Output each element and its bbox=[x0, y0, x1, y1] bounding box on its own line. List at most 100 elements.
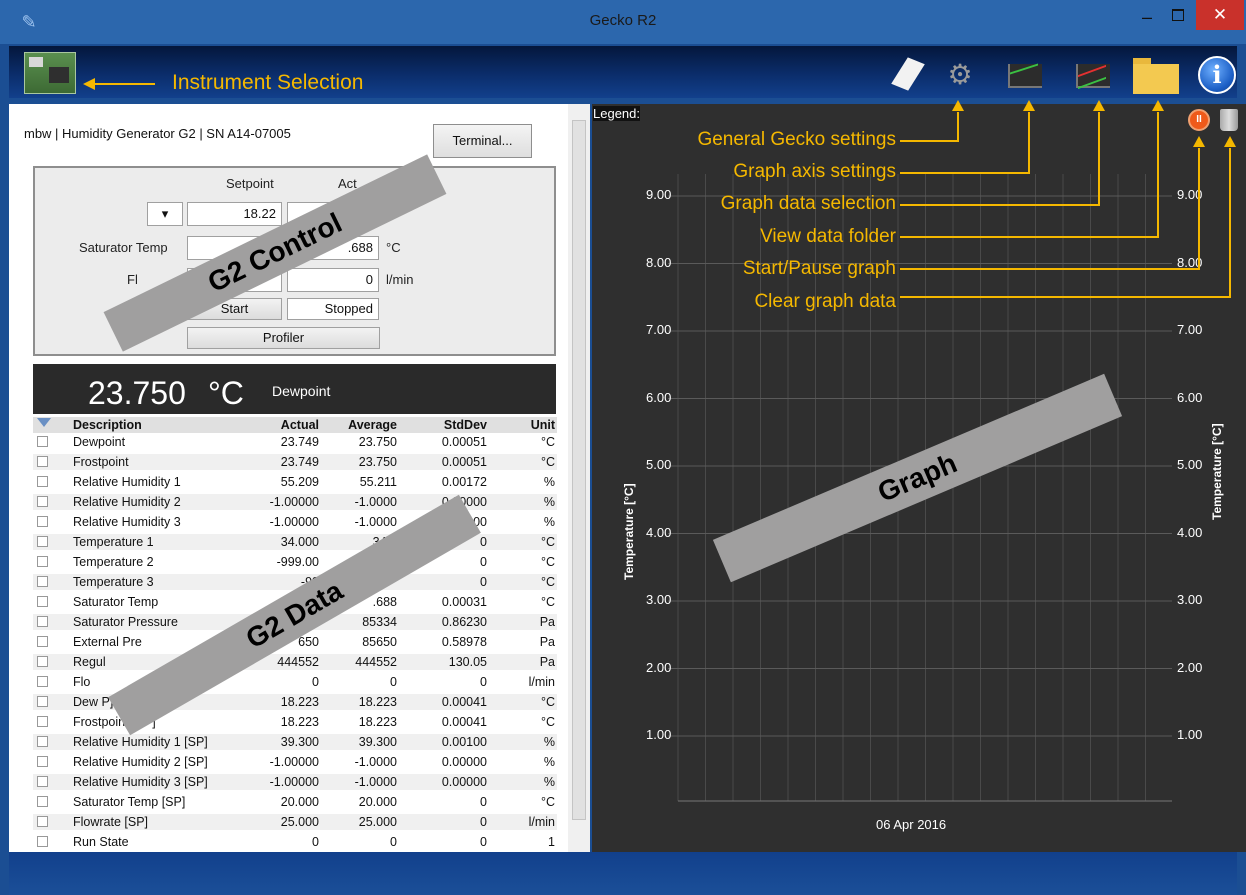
cell-unit: 1 bbox=[548, 835, 555, 849]
annotation-arrow-head bbox=[1093, 100, 1105, 111]
row-checkbox[interactable] bbox=[37, 496, 48, 507]
trash-icon[interactable] bbox=[1220, 109, 1238, 131]
row-checkbox[interactable] bbox=[37, 576, 48, 587]
row-checkbox[interactable] bbox=[37, 716, 48, 727]
table-row[interactable]: Frostpoint 23.749 23.750 0.00051 °C bbox=[33, 454, 557, 470]
table-row[interactable]: Relative Humidity 1 55.209 55.211 0.00172% bbox=[33, 474, 557, 490]
axis-settings-icon[interactable] bbox=[1004, 56, 1044, 94]
header-stddev[interactable]: StdDev bbox=[444, 417, 487, 433]
flow-unit: l/min bbox=[386, 272, 414, 287]
cell-stddev: 0.00031 bbox=[441, 595, 487, 609]
row-checkbox[interactable] bbox=[37, 516, 48, 527]
terminal-button[interactable]: Terminal... bbox=[433, 124, 532, 158]
table-row[interactable]: Dewpoint 23.749 23.750 0.00051 °C bbox=[33, 434, 557, 450]
row-checkbox[interactable] bbox=[37, 796, 48, 807]
cell-stddev: 0.00051 bbox=[441, 455, 487, 469]
cell-description: Temperature 3 bbox=[73, 575, 154, 589]
cell-stddev: 130.05 bbox=[448, 655, 487, 669]
table-row[interactable]: Relative Humidity 2 -1.00000 -1.0000 0.0000… bbox=[33, 494, 557, 510]
table-row[interactable]: Temperature 2 -999.00 0 °C bbox=[33, 554, 557, 570]
data-selection-icon[interactable] bbox=[1072, 56, 1112, 94]
cell-stddev: 0.86230 bbox=[441, 615, 487, 629]
table-row[interactable]: Temperature 3-990°C bbox=[33, 574, 557, 590]
table-row[interactable]: Temperature 134.00034.00°C bbox=[33, 534, 557, 550]
flow-label: Fl bbox=[127, 272, 138, 287]
annotation-line bbox=[1229, 148, 1231, 298]
header-unit[interactable]: Unit bbox=[531, 417, 555, 433]
annotation-arrow-head bbox=[952, 100, 964, 111]
cell-actual: 20.000 bbox=[280, 795, 319, 809]
row-checkbox[interactable] bbox=[37, 656, 48, 667]
row-checkbox[interactable] bbox=[37, 616, 48, 627]
table-row[interactable]: Run State 0 0 0 1 bbox=[33, 834, 557, 850]
row-checkbox[interactable] bbox=[37, 756, 48, 767]
close-button[interactable]: ✕ bbox=[1196, 0, 1244, 30]
y-tick-right: 3.00 bbox=[1177, 592, 1203, 607]
table-row[interactable]: Flo 0 0 0 l/min bbox=[33, 674, 557, 690]
row-checkbox[interactable] bbox=[37, 816, 48, 827]
annotation-data-folder: View data folder bbox=[760, 226, 896, 247]
table-row[interactable]: Flowrate [SP] 25.000 25.000 0 l/min bbox=[33, 814, 557, 830]
cell-unit: °C bbox=[540, 575, 555, 589]
cell-stddev: 0.00041 bbox=[441, 715, 487, 729]
table-row[interactable]: Saturator Temp [SP] 20.000 20.000 0 °C bbox=[33, 794, 557, 810]
cell-description: Saturator Pressure bbox=[73, 615, 178, 629]
row-checkbox[interactable] bbox=[37, 696, 48, 707]
minimize-button[interactable]: – bbox=[1135, 6, 1159, 30]
row-checkbox[interactable] bbox=[37, 836, 48, 847]
row-checkbox[interactable] bbox=[37, 456, 48, 467]
setpoint-input[interactable]: 18.22 bbox=[187, 202, 282, 226]
table-row[interactable]: Frostpoint [SP] 18.223 18.223 0.00041 °C bbox=[33, 714, 557, 730]
row-checkbox[interactable] bbox=[37, 556, 48, 567]
cell-description: Saturator Temp bbox=[73, 595, 159, 609]
row-checkbox[interactable] bbox=[37, 436, 48, 447]
annotation-arrow-head bbox=[1224, 136, 1236, 147]
pause-icon[interactable]: II bbox=[1188, 109, 1210, 131]
row-checkbox[interactable] bbox=[37, 476, 48, 487]
settings-icon[interactable]: ⚙ bbox=[940, 56, 980, 94]
annotation-start-pause: Start/Pause graph bbox=[742, 258, 896, 279]
row-checkbox[interactable] bbox=[37, 636, 48, 647]
cell-description: Frostpoint bbox=[73, 455, 129, 469]
scrollbar-thumb[interactable] bbox=[572, 120, 586, 820]
row-checkbox[interactable] bbox=[37, 736, 48, 747]
cell-average: 18.223 bbox=[358, 695, 397, 709]
cell-description: Run State bbox=[73, 835, 129, 849]
header-actual[interactable]: Actual bbox=[281, 417, 319, 433]
header-description[interactable]: Description bbox=[73, 417, 142, 433]
cell-unit: °C bbox=[540, 695, 555, 709]
row-checkbox[interactable] bbox=[37, 596, 48, 607]
annotation-data-selection: Graph data selection bbox=[720, 193, 896, 214]
row-checkbox[interactable] bbox=[37, 776, 48, 787]
row-checkbox[interactable] bbox=[37, 676, 48, 687]
cell-description: External Pre bbox=[73, 635, 142, 649]
header-average[interactable]: Average bbox=[348, 417, 397, 433]
filter-icon[interactable] bbox=[37, 418, 51, 427]
instrument-icon[interactable] bbox=[24, 52, 76, 94]
cell-unit: °C bbox=[540, 535, 555, 549]
table-row[interactable]: Relative Humidity 2 [SP] -1.00000 -1.0000 0… bbox=[33, 754, 557, 770]
cell-unit: Pa bbox=[539, 635, 555, 649]
cell-description: Relative Humidity 1 [SP] bbox=[73, 735, 208, 749]
row-checkbox[interactable] bbox=[37, 536, 48, 547]
mode-dropdown[interactable]: ▾ bbox=[147, 202, 183, 226]
y-tick-right: 2.00 bbox=[1177, 659, 1203, 675]
table-row[interactable]: Relative Humidity 1 [SP] 39.300 39.300 0.00… bbox=[33, 734, 557, 750]
cell-unit: °C bbox=[540, 435, 555, 449]
paper-icon[interactable] bbox=[888, 56, 928, 94]
table-row[interactable]: Regul 444552 444552 130.05 Pa bbox=[33, 654, 557, 670]
cell-actual: -1.00000 bbox=[269, 515, 319, 529]
cell-stddev: 0 bbox=[480, 815, 487, 829]
status-bar bbox=[9, 852, 1237, 895]
info-icon[interactable]: i bbox=[1198, 56, 1236, 94]
cell-unit: Pa bbox=[539, 615, 555, 629]
maximize-button[interactable] bbox=[1165, 6, 1191, 30]
dewpoint-value: 23.750 bbox=[88, 375, 186, 411]
profiler-button[interactable]: Profiler bbox=[187, 327, 380, 349]
cell-description: Flo bbox=[73, 675, 91, 689]
instrument-selection-annotation: Instrument Selection bbox=[172, 71, 364, 94]
setpoint-header: Setpoint bbox=[226, 176, 274, 191]
table-row[interactable]: Relative Humidity 3 [SP] -1.00000 -1.0000 0… bbox=[33, 774, 557, 790]
y-tick-left: 1.00 bbox=[646, 727, 672, 742]
folder-icon[interactable] bbox=[1133, 58, 1179, 94]
